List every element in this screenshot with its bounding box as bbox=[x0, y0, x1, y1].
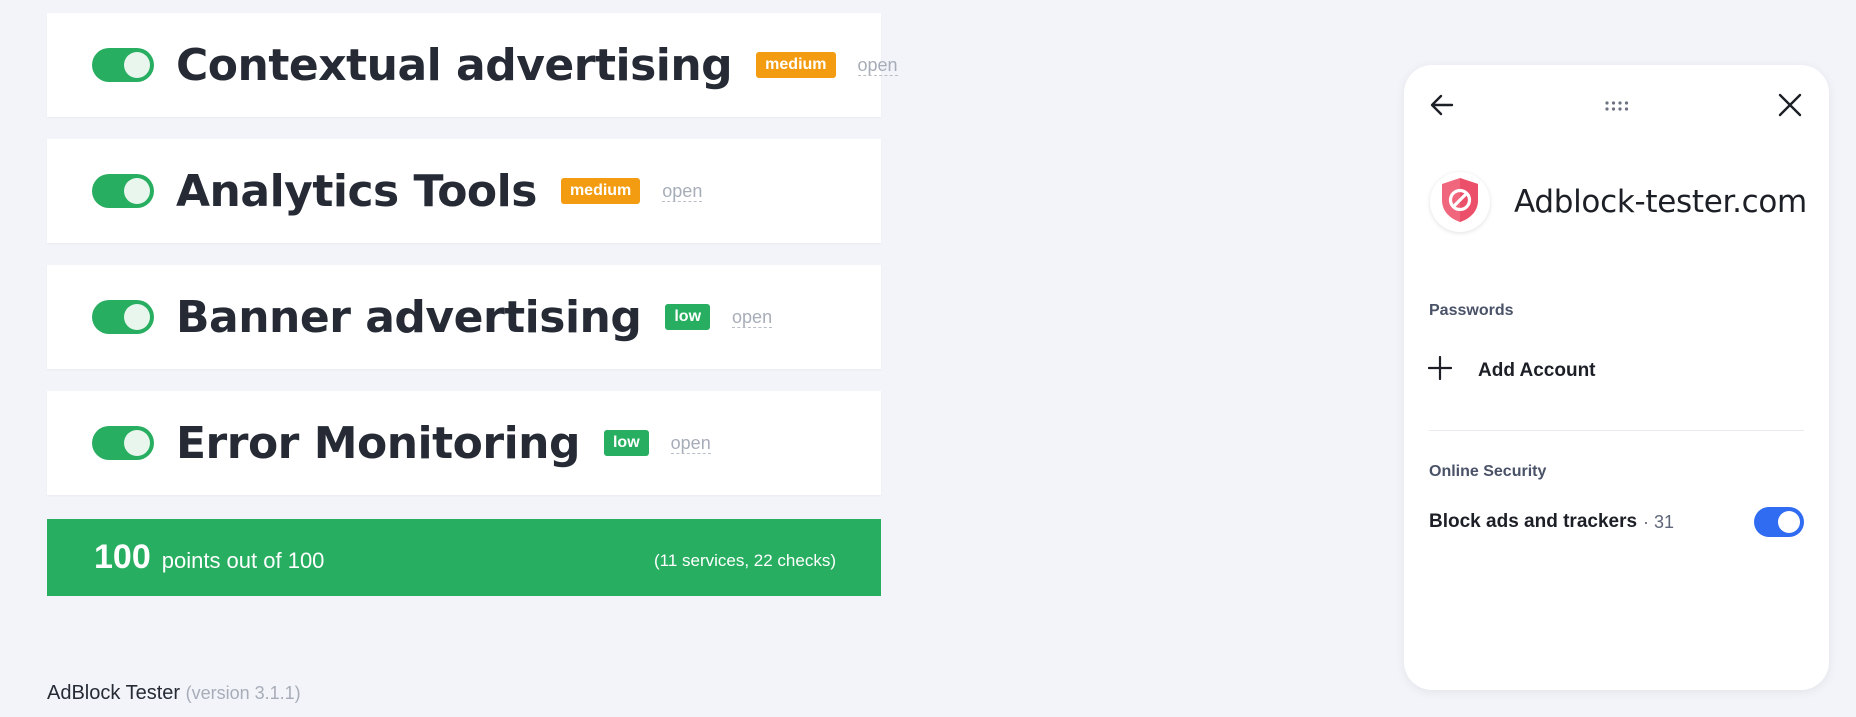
site-name: Adblock-tester.com bbox=[1514, 184, 1807, 220]
test-card-error-monitoring: Error Monitoring low open bbox=[47, 391, 881, 495]
test-title: Analytics Tools bbox=[176, 165, 537, 217]
test-toggle[interactable] bbox=[92, 48, 154, 82]
block-ads-count: · 31 bbox=[1643, 511, 1675, 532]
severity-badge: medium bbox=[756, 52, 836, 78]
open-link[interactable]: open bbox=[670, 433, 711, 454]
online-security-section-label: Online Security bbox=[1429, 463, 1547, 480]
footer-app-name: AdBlock Tester bbox=[47, 682, 181, 704]
score-points: 100 bbox=[94, 538, 151, 576]
severity-badge: low bbox=[603, 430, 649, 456]
severity-badge: low bbox=[665, 304, 711, 330]
test-title: Error Monitoring bbox=[176, 417, 580, 469]
password-manager-popup: Adblock-tester.com Passwords Add Account… bbox=[1404, 65, 1829, 690]
open-link[interactable]: open bbox=[662, 181, 703, 202]
close-icon[interactable] bbox=[1777, 92, 1803, 123]
block-ads-row: Block ads and trackers · 31 bbox=[1429, 507, 1804, 537]
test-card-banner-advertising: Banner advertising low open bbox=[47, 265, 881, 369]
score-bar: 100 points out of 100 (11 services, 22 c… bbox=[47, 519, 881, 596]
score-text: points out of 100 bbox=[161, 547, 325, 573]
block-ads-toggle[interactable] bbox=[1754, 507, 1804, 537]
drag-handle-icon[interactable] bbox=[1604, 99, 1630, 117]
footer-version: (version 3.1.1) bbox=[185, 683, 301, 703]
open-link[interactable]: open bbox=[732, 307, 773, 328]
block-ads-label: Block ads and trackers bbox=[1429, 511, 1638, 532]
test-card-analytics-tools: Analytics Tools medium open bbox=[47, 139, 881, 243]
open-link[interactable]: open bbox=[857, 55, 898, 76]
shield-block-icon bbox=[1438, 176, 1482, 229]
test-toggle[interactable] bbox=[92, 174, 154, 208]
test-toggle[interactable] bbox=[92, 300, 154, 334]
score-meta: (11 services, 22 checks) bbox=[653, 550, 836, 570]
add-account-label: Add Account bbox=[1478, 359, 1596, 381]
add-account-button[interactable]: Add Account bbox=[1427, 355, 1596, 385]
passwords-section-label: Passwords bbox=[1429, 302, 1514, 319]
footer: AdBlock Tester (version 3.1.1) bbox=[47, 682, 301, 705]
test-cards: Contextual advertising medium open Analy… bbox=[47, 13, 898, 517]
test-toggle[interactable] bbox=[92, 426, 154, 460]
back-arrow-icon[interactable] bbox=[1428, 91, 1456, 124]
site-logo bbox=[1430, 172, 1490, 232]
plus-icon bbox=[1427, 355, 1453, 385]
test-title: Contextual advertising bbox=[176, 39, 733, 91]
divider bbox=[1429, 430, 1804, 431]
severity-badge: medium bbox=[560, 178, 641, 204]
test-card-contextual-advertising: Contextual advertising medium open bbox=[47, 13, 898, 117]
test-title: Banner advertising bbox=[176, 291, 642, 343]
